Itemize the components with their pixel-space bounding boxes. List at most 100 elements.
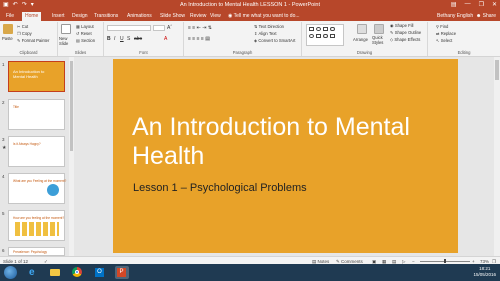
font-name-field[interactable]: [107, 25, 151, 31]
thumbnail-title: Title: [13, 105, 19, 109]
tell-me-search[interactable]: ◉ Tell me what you want to do...: [228, 13, 300, 19]
strikethrough-icon[interactable]: abc: [134, 36, 142, 42]
format-painter-button[interactable]: ✎ Format Painter: [17, 38, 49, 43]
tab-insert[interactable]: Insert: [52, 13, 65, 19]
slide-title[interactable]: An Introduction to Mental Health: [132, 113, 452, 171]
shape-outline-button[interactable]: ✎ Shape Outline: [390, 30, 421, 35]
minimize-icon[interactable]: —: [465, 1, 471, 8]
arrange-icon[interactable]: [357, 24, 367, 34]
replace-button[interactable]: ⇄ Replace: [436, 31, 456, 36]
layout-label: Layout: [81, 24, 94, 29]
window-controls: ▤ — ❐ ✕: [451, 1, 497, 8]
thumbnail-slide-2[interactable]: Title: [8, 99, 65, 130]
new-slide-button[interactable]: New Slide: [59, 36, 75, 46]
square-shape-icon[interactable]: [316, 34, 321, 38]
tab-file[interactable]: File: [6, 13, 14, 19]
cut-label: Cut: [21, 24, 29, 29]
rounded-rect-shape-icon[interactable]: [323, 34, 328, 38]
grow-font-icon[interactable]: Aˆ: [167, 25, 172, 31]
powerpoint-icon[interactable]: P: [115, 266, 129, 279]
shapes-gallery[interactable]: [306, 24, 344, 46]
tab-animations[interactable]: Animations: [127, 13, 152, 19]
quick-styles-button[interactable]: Quick Styles: [372, 35, 386, 45]
font-color-icon[interactable]: A: [164, 36, 167, 42]
slides-group-label: Slides: [74, 50, 87, 55]
zoom-in-icon[interactable]: +: [472, 259, 475, 264]
tab-review[interactable]: Review: [190, 13, 206, 19]
tab-design[interactable]: Design: [72, 13, 88, 19]
reset-button[interactable]: ↺ Reset: [76, 31, 92, 36]
paste-icon[interactable]: [3, 24, 13, 34]
thumbnail-slide-6[interactable]: Prevalence: Psychology: [8, 247, 65, 256]
rectangle-shape-icon[interactable]: [330, 34, 335, 38]
share-button[interactable]: ☻ Share: [476, 13, 496, 19]
thumbnail-slide-4[interactable]: What are you Feeling at the moment?: [8, 173, 67, 204]
thumbnail-slide-1[interactable]: An Introduction to Mental Health: [8, 61, 65, 92]
tell-me-label: Tell me what you want to do...: [233, 13, 300, 19]
section-button[interactable]: ▤ Section: [76, 38, 95, 43]
italic-icon[interactable]: I: [114, 36, 115, 42]
tab-slide-show[interactable]: Slide Show: [160, 13, 185, 19]
paragraph-group: ≡ ≡ ⇤ ⇥ ⇅ ≡ ≡ ≡ ≡ ▤ ⇅ Text Direction ⇕ A…: [184, 22, 302, 56]
editing-group-label: Editing: [457, 50, 471, 55]
rounded-rect-shape-icon[interactable]: [330, 27, 335, 31]
thumbnail-title: Is it Always Happy?: [13, 142, 41, 146]
scrollbar-thumb[interactable]: [495, 60, 499, 80]
rectangle-shape-icon[interactable]: [323, 27, 328, 31]
notes-label: Notes: [317, 258, 330, 264]
find-button[interactable]: ⚲ Find: [436, 24, 448, 29]
windows-taskbar: e O P 18:21 15/05/2016: [0, 264, 500, 281]
oval-shape-icon[interactable]: [316, 27, 321, 31]
outlook-icon[interactable]: O: [93, 266, 107, 279]
emoji-grid-image: [15, 222, 59, 236]
zoom-slider-handle[interactable]: [444, 259, 446, 263]
shape-effects-button[interactable]: ◇ Shape Effects: [390, 37, 420, 42]
bold-icon[interactable]: B: [107, 36, 111, 42]
tab-home[interactable]: Home: [22, 12, 42, 21]
bullets-icon[interactable]: ≡ ≡ ⇤ ⇥ ⇅: [188, 25, 212, 31]
zoom-out-icon[interactable]: −: [412, 259, 415, 264]
maximize-icon[interactable]: ❐: [479, 1, 484, 8]
ribbon-display-icon[interactable]: ▤: [451, 1, 457, 8]
shape-fill-button[interactable]: ◉ Shape Fill: [390, 23, 413, 28]
current-slide[interactable]: An Introduction to Mental Health Lesson …: [113, 59, 458, 253]
select-button[interactable]: ↖ Select: [436, 38, 452, 43]
cut-button[interactable]: ✂ Cut: [17, 24, 28, 29]
ie-icon[interactable]: e: [27, 266, 41, 279]
align-left-icon[interactable]: ≡ ≡ ≡ ≡ ▤: [188, 36, 210, 42]
tab-transitions[interactable]: Transitions: [94, 13, 118, 19]
arrange-button[interactable]: Arrange: [353, 37, 368, 42]
text-direction-button[interactable]: ⇅ Text Direction: [254, 24, 284, 29]
align-text-button[interactable]: ⇕ Align Text: [254, 31, 277, 36]
tab-view[interactable]: View: [210, 13, 221, 19]
quick-styles-icon[interactable]: [374, 24, 384, 34]
reset-label: Reset: [80, 31, 92, 36]
thumbnail-slide-5[interactable]: How are you feeling at the moment?: [8, 210, 65, 241]
font-size-field[interactable]: [153, 25, 165, 31]
thumbnail-scrollbar[interactable]: [69, 57, 74, 256]
editor-scrollbar[interactable]: [494, 57, 500, 256]
thumbnail-slide-3[interactable]: Is it Always Happy?: [8, 136, 65, 167]
chrome-icon[interactable]: [70, 266, 84, 279]
close-icon[interactable]: ✕: [492, 1, 497, 8]
slide-subtitle[interactable]: Lesson 1 – Psychological Problems: [133, 182, 307, 194]
convert-smartart-button[interactable]: ◈ Convert to SmartArt: [254, 38, 295, 43]
layout-button[interactable]: ▦ Layout: [76, 24, 94, 29]
shadow-icon[interactable]: S: [127, 36, 130, 42]
circle-shape-icon[interactable]: [309, 34, 314, 38]
user-name[interactable]: Bethany English: [437, 13, 473, 19]
new-slide-icon[interactable]: [61, 24, 71, 34]
underline-icon[interactable]: U: [120, 36, 124, 42]
copy-button[interactable]: ❐ Copy: [17, 31, 32, 36]
rectangle-shape-icon[interactable]: [309, 27, 314, 31]
start-button-icon[interactable]: [4, 266, 17, 279]
ribbon: Paste ✂ Cut ❐ Copy ✎ Format Painter Clip…: [0, 21, 500, 57]
paste-button[interactable]: Paste: [2, 36, 13, 41]
system-tray[interactable]: 18:21 15/05/2016: [473, 266, 496, 278]
zoom-level[interactable]: 73%: [480, 259, 489, 264]
editing-group: ⚲ Find ⇄ Replace ↖ Select Editing: [428, 22, 500, 56]
thumbnail-title: What are you Feeling at the moment?: [13, 179, 67, 183]
copy-label: Copy: [21, 31, 32, 36]
file-explorer-icon[interactable]: [48, 266, 62, 279]
scrollbar-thumb[interactable]: [70, 61, 73, 151]
